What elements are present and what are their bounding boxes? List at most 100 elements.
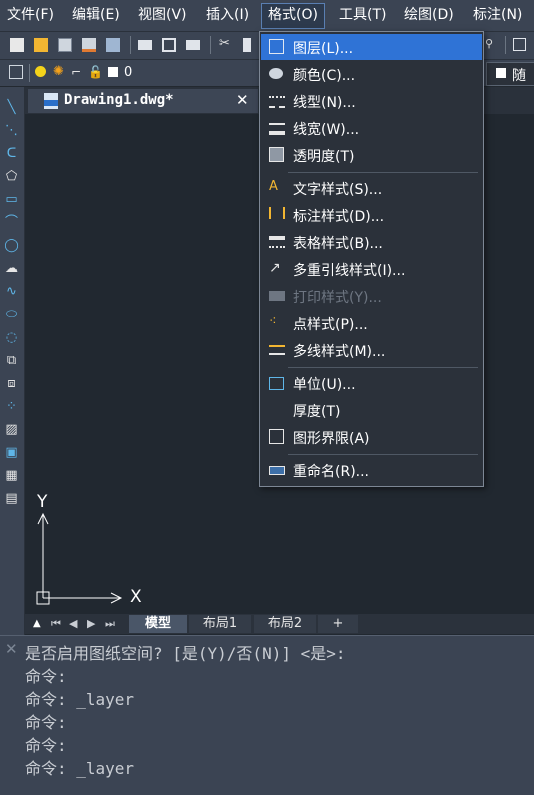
plot-icon[interactable]: [186, 40, 200, 50]
format-menu: 图层(L)... 颜色(C)... 线型(N)... 线宽(W)... 透明度(…: [259, 31, 484, 487]
copy-icon[interactable]: [243, 38, 251, 52]
rectangle-icon[interactable]: ▭: [4, 192, 19, 207]
nav-start-icon[interactable]: ⏮: [51, 617, 61, 631]
toolbar-separator: [505, 36, 506, 54]
color-dropdown[interactable]: 随层: [486, 62, 534, 104]
dwg-file-icon-band: [44, 100, 58, 106]
region-icon[interactable]: ▣: [4, 445, 19, 460]
layer-on-icon[interactable]: [35, 66, 46, 77]
limits-icon: [269, 429, 284, 444]
menu-tools[interactable]: 工具(T): [333, 3, 392, 27]
menu-item-limits[interactable]: 图形界限(A): [261, 424, 482, 450]
nav-prev-icon[interactable]: ◀: [69, 617, 77, 630]
command-history-line: 命令:: [25, 713, 67, 732]
ellipse-arc-icon[interactable]: ◌: [4, 330, 19, 345]
command-history-line: 命令:: [25, 667, 67, 686]
save-as-icon[interactable]: [82, 38, 96, 52]
menu-item-rename[interactable]: 重命名(R)...: [261, 457, 482, 483]
print-preview-icon[interactable]: [162, 38, 176, 52]
menu-item-layer[interactable]: 图层(L)...: [261, 34, 482, 60]
menu-item-label: 表格样式(B)...: [293, 236, 383, 252]
transparency-icon: [269, 147, 284, 162]
construction-line-icon[interactable]: ⋱: [4, 123, 19, 138]
circle-icon[interactable]: ◯: [4, 238, 19, 253]
menu-item-transparency[interactable]: 透明度(T): [261, 142, 482, 168]
document-title: Drawing1.dwg*: [64, 92, 174, 108]
menu-item-label: 图形界限(A): [293, 431, 370, 447]
menu-draw[interactable]: 绘图(D): [398, 3, 460, 27]
print-icon[interactable]: [138, 40, 152, 50]
menu-item-text-style[interactable]: A 文字样式(S)...: [261, 175, 482, 201]
cut-icon[interactable]: ✂: [219, 37, 233, 51]
palette-icon: [269, 68, 283, 79]
toolbar-separator: [210, 36, 211, 54]
save-icon[interactable]: [58, 38, 72, 52]
nav-next-icon[interactable]: ▶: [87, 617, 95, 630]
close-command-icon[interactable]: ✕: [5, 640, 18, 658]
polygon-icon[interactable]: ⬠: [4, 169, 19, 184]
zoom-icon[interactable]: ⚲: [485, 37, 499, 51]
menu-item-label: 线宽(W)...: [293, 122, 360, 138]
polyline-icon[interactable]: ᑕ: [4, 146, 19, 161]
menu-item-mline-style[interactable]: 多线样式(M)...: [261, 337, 482, 363]
current-layer-name[interactable]: 0: [124, 65, 132, 80]
tab-add[interactable]: +: [318, 615, 358, 633]
ellipse-icon[interactable]: ⬭: [4, 307, 19, 322]
windows-icon[interactable]: [106, 38, 120, 52]
menu-insert[interactable]: 插入(I): [200, 3, 255, 27]
tab-model[interactable]: 模型: [129, 615, 187, 633]
linetype-icon: [269, 96, 285, 108]
layer-unlock-icon[interactable]: 🔓: [88, 65, 103, 79]
layer-manager-icon[interactable]: [9, 65, 23, 79]
menu-view[interactable]: 视图(V): [132, 3, 193, 27]
menu-item-thickness[interactable]: 厚度(T): [261, 397, 482, 423]
mtext-icon[interactable]: ▤: [4, 491, 19, 506]
color-swatch: [496, 68, 506, 78]
tab-layout1[interactable]: 布局1: [189, 615, 251, 633]
menu-file[interactable]: 文件(F): [1, 3, 60, 27]
menu-item-units[interactable]: 单位(U)...: [261, 370, 482, 396]
command-history-line: 是否启用图纸空间? [是(Y)/否(N)] <是>:: [25, 644, 346, 663]
menu-item-label: 图层(L)...: [293, 41, 354, 57]
table-icon[interactable]: ▦: [4, 468, 19, 483]
hatch-icon[interactable]: ▨: [4, 422, 19, 437]
menu-edit[interactable]: 编辑(E): [66, 3, 126, 27]
menu-item-label: 多线样式(M)...: [293, 344, 386, 360]
document-tab[interactable]: Drawing1.dwg* ✕: [28, 89, 258, 113]
menu-item-lineweight[interactable]: 线宽(W)...: [261, 115, 482, 141]
table-style-icon: [269, 236, 285, 248]
point-style-icon: ⁖: [269, 314, 277, 329]
menu-item-table-style[interactable]: 表格样式(B)...: [261, 229, 482, 255]
close-tab-icon[interactable]: ✕: [236, 91, 249, 109]
menu-item-label: 打印样式(Y)...: [293, 290, 382, 306]
new-file-icon[interactable]: [10, 38, 24, 52]
menu-dimension[interactable]: 标注(N): [467, 3, 528, 27]
menu-separator: [288, 367, 478, 368]
insert-block-icon[interactable]: ⧉: [4, 353, 19, 368]
revcloud-icon[interactable]: ☁: [4, 261, 19, 276]
line-icon[interactable]: ╲: [4, 100, 19, 115]
point-icon[interactable]: ⁘: [4, 399, 19, 414]
make-block-icon[interactable]: ⧈: [4, 376, 19, 391]
open-folder-icon[interactable]: [34, 38, 48, 52]
dwg-file-icon: [44, 93, 58, 109]
mleader-style-icon: ↗: [269, 260, 281, 276]
viewport-icon[interactable]: ⌐: [71, 65, 85, 79]
menu-item-linetype[interactable]: 线型(N)...: [261, 88, 482, 114]
layer-icon: [269, 39, 284, 54]
menu-item-point-style[interactable]: ⁖ 点样式(P)...: [261, 310, 482, 336]
menu-item-color[interactable]: 颜色(C)...: [261, 61, 482, 87]
layer-thaw-icon[interactable]: ✺: [53, 65, 67, 79]
menu-bar: 文件(F) 编辑(E) 视图(V) 插入(I) 格式(O) 工具(T) 绘图(D…: [0, 0, 534, 32]
spline-icon[interactable]: ∿: [4, 284, 19, 299]
menu-format[interactable]: 格式(O): [261, 3, 325, 29]
calculator-icon[interactable]: [513, 38, 526, 51]
menu-item-mleader-style[interactable]: ↗ 多重引线样式(I)...: [261, 256, 482, 282]
tab-layout2[interactable]: 布局2: [254, 615, 316, 633]
nav-first-icon[interactable]: ▲: [33, 618, 41, 629]
menu-item-dim-style[interactable]: 标注样式(D)...: [261, 202, 482, 228]
command-history-line: 命令: _layer: [25, 690, 135, 709]
arc-icon[interactable]: ⌒: [4, 215, 19, 230]
lineweight-icon: [269, 123, 285, 135]
nav-end-icon[interactable]: ⏭: [105, 617, 115, 631]
